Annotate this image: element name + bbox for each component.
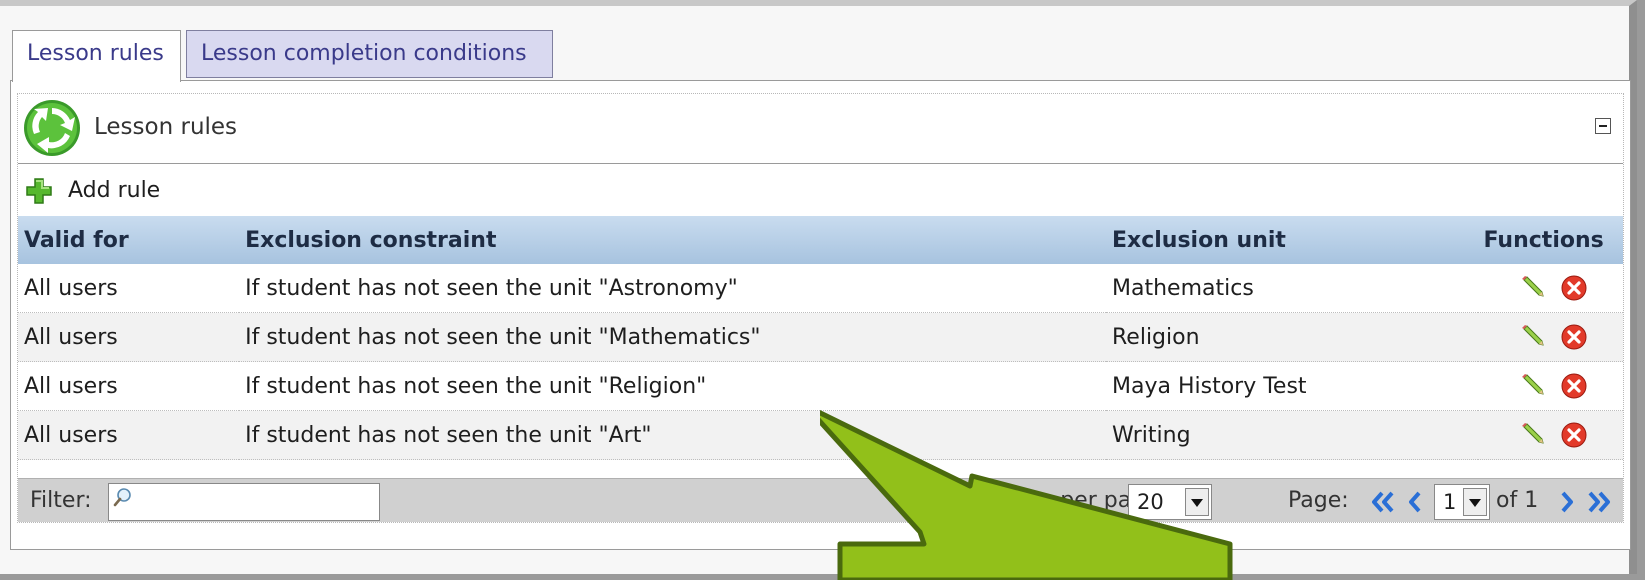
table-row: All users If student has not seen the un…	[18, 264, 1623, 313]
delete-icon[interactable]	[1561, 422, 1587, 448]
pencil-icon[interactable]	[1520, 275, 1546, 301]
cell-valid-for: All users	[18, 312, 240, 362]
block-title: Lesson rules	[94, 114, 238, 140]
delete-icon[interactable]	[1561, 275, 1587, 301]
filter-input[interactable]	[108, 483, 380, 521]
last-page-icon[interactable]	[1586, 489, 1612, 515]
tab-lesson-rules[interactable]: Lesson rules	[12, 30, 181, 82]
table-row: All users If student has not seen the un…	[18, 361, 1623, 411]
pencil-icon[interactable]	[1520, 422, 1546, 448]
delete-icon[interactable]	[1561, 373, 1587, 399]
minimize-icon[interactable]	[1595, 118, 1611, 134]
cell-functions	[1477, 264, 1623, 313]
cell-valid-for: All users	[18, 410, 240, 460]
header-functions: Functions	[1477, 216, 1623, 264]
pencil-icon[interactable]	[1520, 373, 1546, 399]
plus-icon	[26, 178, 52, 204]
block-header: Lesson rules	[18, 94, 1623, 164]
callout-arrow	[820, 410, 1233, 580]
cell-exclusion-unit: Maya History Test	[1106, 361, 1478, 411]
cell-functions	[1477, 312, 1623, 362]
magnifier-icon	[113, 488, 131, 507]
table-row: All users If student has not seen the un…	[18, 312, 1623, 362]
filter-label: Filter:	[30, 488, 92, 513]
cell-exclusion-constraint: If student has not seen the unit "Mathem…	[239, 312, 1106, 362]
cell-exclusion-constraint: If student has not seen the unit "Religi…	[239, 361, 1106, 411]
header-valid-for[interactable]: Valid for	[18, 216, 240, 264]
tab-lesson-completion-conditions[interactable]: Lesson completion conditions	[186, 30, 553, 78]
header-exclusion-constraint[interactable]: Exclusion constraint	[239, 216, 1106, 264]
cell-exclusion-constraint: If student has not seen the unit "Astron…	[239, 264, 1106, 313]
window-frame: Lesson rules Lesson completion condition…	[0, 0, 1637, 580]
cell-valid-for: All users	[18, 264, 240, 313]
cell-exclusion-unit: Mathematics	[1106, 264, 1478, 313]
table-header-row: Valid for Exclusion constraint Exclusion…	[18, 216, 1623, 264]
next-page-icon[interactable]	[1554, 489, 1580, 515]
header-exclusion-unit[interactable]: Exclusion unit	[1106, 216, 1478, 264]
cell-functions	[1477, 361, 1623, 411]
cell-valid-for: All users	[18, 361, 240, 411]
delete-icon[interactable]	[1561, 324, 1587, 350]
recycle-icon	[24, 100, 80, 156]
cell-exclusion-unit: Religion	[1106, 312, 1478, 362]
pencil-icon[interactable]	[1520, 324, 1546, 350]
add-rule-label: Add rule	[68, 178, 161, 203]
